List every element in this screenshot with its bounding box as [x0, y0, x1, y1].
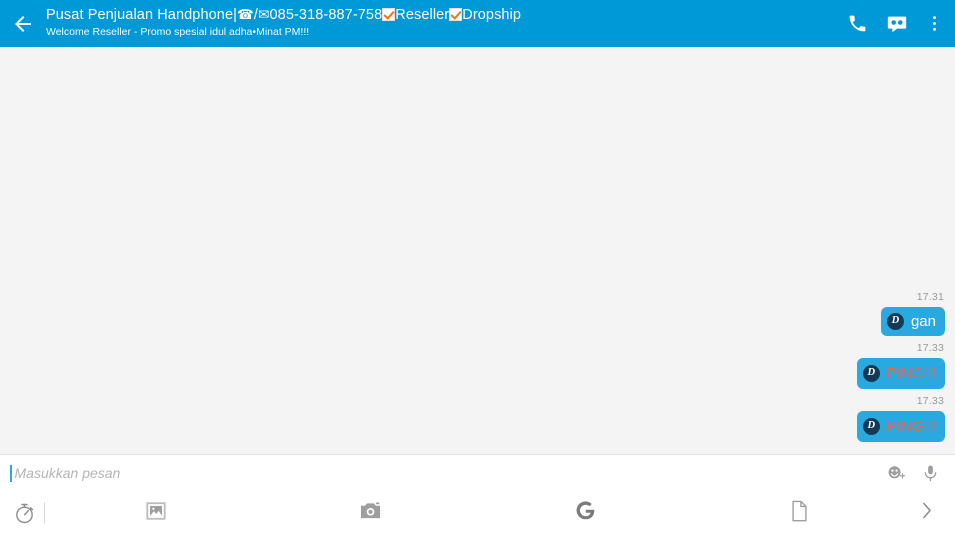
page-title: Pusat Penjualan Handphone|☎/✉085-318-887…	[46, 6, 837, 24]
message-item: 17.33 D PING!!!	[10, 342, 945, 389]
message-timestamp: 17.33	[916, 395, 944, 407]
file-button[interactable]	[693, 491, 908, 535]
title-label-dropship: Dropship	[462, 7, 522, 23]
voicemail-icon	[886, 13, 908, 35]
telephone-glyph-icon: ☎	[237, 7, 254, 23]
title-name: Pusat Penjualan Handphone|	[46, 7, 237, 23]
title-phone-number: 085-318-887-758	[269, 7, 383, 23]
overflow-menu-icon	[932, 13, 937, 34]
sender-badge-icon: D	[862, 365, 880, 382]
sender-badge-icon: D	[886, 313, 904, 330]
overflow-menu-button[interactable]	[917, 0, 951, 47]
camera-button[interactable]	[264, 491, 479, 535]
message-text: PING!!!	[886, 418, 936, 435]
text-caret	[10, 464, 12, 482]
message-input[interactable]: Masukkan pesan	[15, 463, 880, 483]
message-item: 17.33 D PING!!!	[10, 395, 945, 442]
timer-icon	[13, 502, 36, 525]
emoji-add-button[interactable]	[879, 456, 913, 490]
message-bubble[interactable]: D PING!!!	[856, 358, 945, 389]
google-icon	[575, 500, 596, 526]
composer-area: Masukkan pesan	[0, 454, 955, 535]
composer-row: Masukkan pesan	[0, 455, 955, 491]
send-arrow-icon	[920, 500, 934, 526]
app-header: Pusat Penjualan Handphone|☎/✉085-318-887…	[0, 0, 955, 47]
sender-badge-icon: D	[862, 418, 880, 435]
gallery-icon	[145, 500, 167, 527]
arrow-left-icon	[11, 12, 35, 36]
back-button[interactable]	[0, 0, 46, 47]
message-timestamp: 17.33	[916, 342, 944, 354]
header-text-block[interactable]: Pusat Penjualan Handphone|☎/✉085-318-887…	[46, 0, 837, 39]
call-button[interactable]	[837, 0, 877, 47]
timer-button[interactable]	[6, 491, 42, 535]
microphone-icon	[921, 463, 940, 484]
file-icon	[790, 500, 809, 527]
message-item: 17.31 D gan	[10, 291, 945, 336]
message-text: gan	[910, 313, 936, 330]
message-text: PING!!!	[886, 365, 936, 382]
checkbox-check-icon-1	[382, 8, 396, 21]
page-subtitle: Welcome Reseller - Promo spesial idul ad…	[46, 26, 310, 38]
google-button[interactable]	[478, 491, 693, 535]
voicemail-button[interactable]	[877, 0, 917, 47]
attachment-toolbar	[0, 491, 955, 535]
gallery-button[interactable]	[49, 491, 264, 535]
title-label-reseller: Reseller	[395, 7, 450, 23]
call-icon	[847, 13, 868, 34]
message-bubble[interactable]: D PING!!!	[856, 411, 945, 442]
composer-icons	[879, 456, 947, 490]
chat-app-window: Pusat Penjualan Handphone|☎/✉085-318-887…	[0, 0, 955, 535]
emoji-add-icon	[886, 464, 907, 483]
microphone-button[interactable]	[913, 456, 947, 490]
message-list[interactable]: 17.31 D gan 17.33 D PING!!! 17.33 D PING…	[0, 47, 955, 454]
camera-icon	[359, 500, 382, 526]
envelope-glyph-icon: ✉	[258, 7, 270, 23]
message-bubble[interactable]: D gan	[880, 307, 945, 336]
message-timestamp: 17.31	[916, 291, 944, 303]
toolbar-divider	[44, 502, 45, 524]
header-actions	[837, 0, 955, 47]
send-button[interactable]	[907, 491, 947, 535]
checkbox-check-icon-2	[449, 8, 463, 21]
